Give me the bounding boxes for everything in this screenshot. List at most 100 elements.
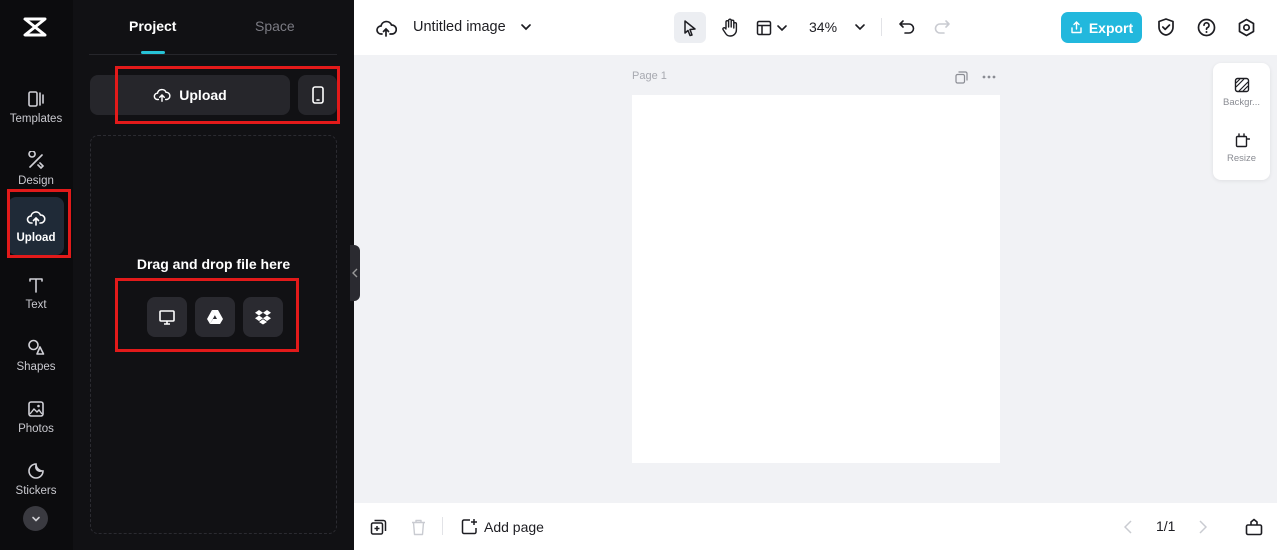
resize-button-label: Resize: [1226, 153, 1257, 164]
design-icon: [28, 151, 45, 170]
shapes-icon: [28, 339, 45, 355]
add-page-icon: [461, 519, 477, 535]
upload-from-phone-button[interactable]: [298, 75, 337, 115]
rail-item-templates[interactable]: Templates: [8, 78, 64, 136]
rail-item-label: Upload: [16, 232, 56, 244]
rail-item-label: Shapes: [16, 361, 56, 373]
photos-icon: [28, 401, 44, 417]
bottom-bar: Add page 1/1: [354, 503, 1277, 550]
rail-item-label: Text: [25, 299, 47, 311]
chevron-left-icon: [352, 268, 358, 278]
collapse-pages-button[interactable]: [1243, 516, 1265, 538]
upload-from-dropbox-button[interactable]: [243, 297, 283, 337]
capcut-logo-icon[interactable]: [20, 12, 50, 42]
prev-page-button[interactable]: [1119, 517, 1137, 537]
upload-panel: Project Space Upload Drag and drop file …: [73, 0, 354, 550]
delete-page-button[interactable]: [408, 517, 428, 537]
upload-from-google-drive-button[interactable]: [195, 297, 235, 337]
tab-underline: [141, 51, 165, 54]
add-page-label: Add page: [484, 518, 544, 535]
resize-button[interactable]: Resize: [1213, 133, 1270, 164]
rail-item-photos[interactable]: Photos: [8, 388, 64, 446]
export-icon: [1071, 21, 1082, 34]
zoom-chevron-down-icon[interactable]: [851, 18, 869, 36]
text-icon: [29, 278, 43, 293]
canvas-page[interactable]: [632, 95, 1000, 463]
rail-more-button[interactable]: [23, 506, 48, 531]
page-indicator: 1/1: [1156, 518, 1176, 534]
pages-panel-icon: [1245, 518, 1263, 536]
upload-row: Upload: [90, 75, 337, 115]
background-button[interactable]: Backgr...: [1213, 77, 1270, 108]
undo-icon: [899, 20, 915, 34]
add-page-button[interactable]: Add page: [461, 518, 544, 535]
undo-button[interactable]: [896, 16, 918, 38]
panel-collapse-handle[interactable]: [350, 245, 360, 301]
page-label: Page 1: [632, 70, 667, 82]
page-more-button[interactable]: [980, 69, 998, 85]
stickers-icon: [28, 463, 44, 479]
upload-button[interactable]: Upload: [90, 75, 290, 115]
top-bar: Untitled image 34% Export: [354, 0, 1277, 55]
redo-button[interactable]: [931, 16, 953, 38]
shield-button[interactable]: [1155, 16, 1177, 38]
duplicate-page-icon: [370, 519, 386, 535]
tab-space[interactable]: Space: [255, 18, 295, 34]
duplicate-icon: [954, 70, 968, 84]
drop-zone-text: Drag and drop file here: [136, 256, 291, 272]
templates-icon: [28, 91, 44, 107]
add-page-copy-button[interactable]: [368, 517, 388, 537]
rail-item-label: Stickers: [15, 485, 57, 497]
duplicate-page-button[interactable]: [953, 69, 969, 85]
toolbar-divider: [881, 18, 882, 36]
background-icon: [1234, 77, 1249, 93]
background-button-label: Backgr...: [1223, 97, 1260, 108]
upload-from-computer-button[interactable]: [147, 297, 187, 337]
right-float-panel: Backgr... Resize: [1213, 63, 1270, 180]
export-button-label: Export: [1088, 19, 1134, 36]
tab-project[interactable]: Project: [129, 18, 176, 34]
select-tool-button[interactable]: [674, 12, 706, 43]
layout-icon: [756, 20, 772, 35]
shield-check-icon: [1158, 18, 1174, 36]
drop-zone[interactable]: Drag and drop file here: [90, 135, 337, 534]
zoom-level[interactable]: 34%: [809, 19, 837, 35]
dropbox-icon: [255, 310, 271, 325]
panel-tabs: Project Space: [89, 0, 337, 55]
settings-button[interactable]: [1235, 16, 1257, 38]
layout-menu-button[interactable]: [752, 12, 792, 43]
help-icon: [1197, 18, 1215, 36]
trash-icon: [411, 519, 425, 535]
rail-item-shapes[interactable]: Shapes: [8, 326, 64, 384]
computer-icon: [159, 310, 175, 325]
settings-icon: [1238, 18, 1254, 36]
rail-item-design[interactable]: Design: [8, 140, 64, 198]
google-drive-icon: [207, 310, 223, 324]
more-horizontal-icon: [982, 75, 996, 79]
cloud-sync-icon[interactable]: [374, 16, 398, 40]
hand-icon: [722, 18, 738, 37]
hand-tool-button[interactable]: [714, 12, 746, 43]
left-rail: Templates Design Upload Text Shapes Phot…: [0, 0, 73, 550]
help-button[interactable]: [1195, 16, 1217, 38]
bottom-divider: [442, 517, 443, 535]
phone-icon: [311, 86, 324, 104]
rail-item-label: Photos: [18, 423, 54, 435]
resize-icon: [1235, 133, 1250, 148]
upload-button-label: Upload: [179, 87, 227, 103]
rail-item-upload[interactable]: Upload: [8, 197, 64, 255]
rail-item-label: Templates: [9, 113, 63, 125]
title-chevron-down-icon[interactable]: [517, 18, 535, 36]
next-page-button[interactable]: [1194, 517, 1212, 537]
chevron-down-icon: [777, 24, 787, 31]
upload-cloud-icon: [26, 211, 46, 226]
export-button[interactable]: Export: [1061, 12, 1142, 43]
rail-item-text[interactable]: Text: [8, 264, 64, 322]
chevron-down-icon: [31, 516, 40, 522]
chevron-left-icon: [1124, 520, 1132, 534]
rail-item-label: Design: [18, 175, 54, 187]
document-title[interactable]: Untitled image: [413, 19, 506, 35]
pointer-icon: [684, 19, 696, 36]
rail-item-stickers[interactable]: Stickers: [8, 450, 64, 508]
chevron-right-icon: [1199, 520, 1207, 534]
